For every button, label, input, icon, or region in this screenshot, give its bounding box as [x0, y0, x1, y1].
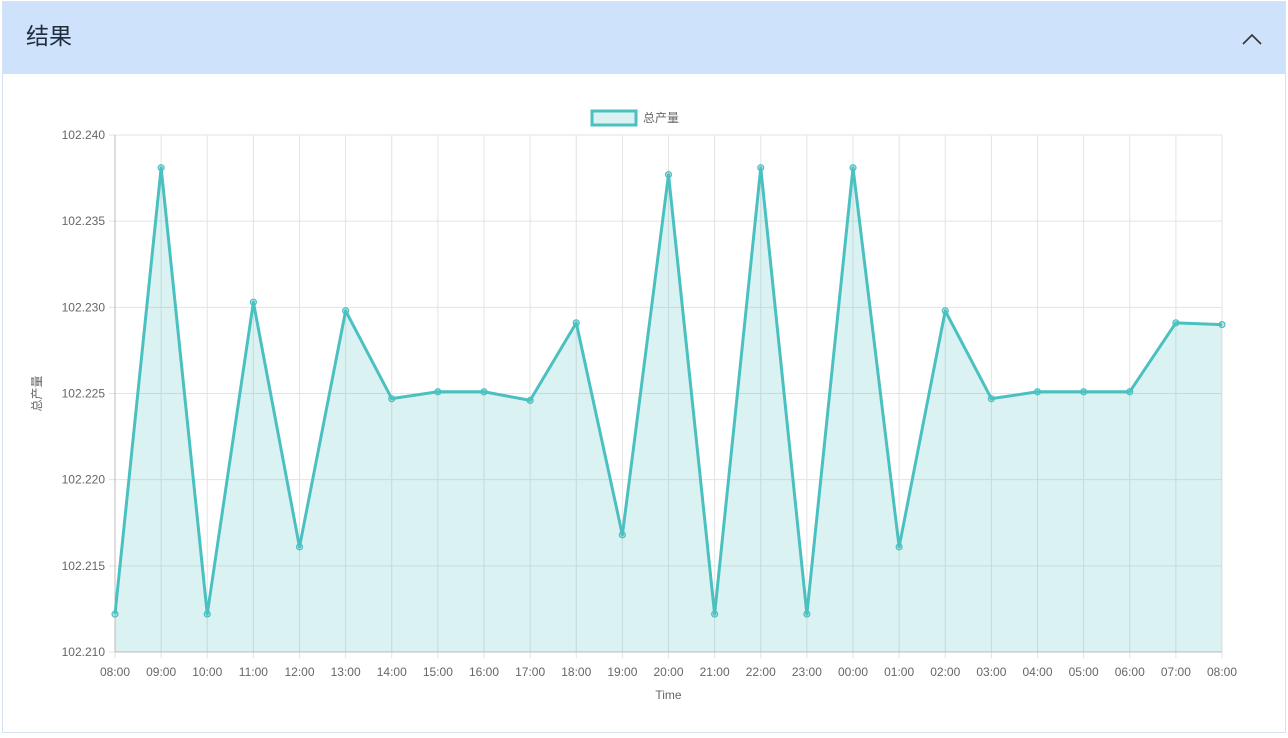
data-point: [803, 610, 811, 618]
data-point: [249, 298, 257, 306]
x-tick-label: 12:00: [284, 665, 314, 679]
data-point: [434, 388, 442, 396]
results-panel: 结果 102.210 102.215 102.220 102.225 102.230 10…: [2, 1, 1286, 733]
data-point: [480, 388, 488, 396]
x-tick-label: 03:00: [976, 665, 1006, 679]
legend-swatch: [590, 109, 638, 127]
x-tick-label: 23:00: [792, 665, 822, 679]
x-axis-title: Time: [655, 688, 682, 702]
data-point: [895, 543, 903, 551]
data-point: [1080, 388, 1088, 396]
data-point: [388, 395, 396, 403]
x-tick-label: 11:00: [239, 665, 268, 679]
x-tick-label: 05:00: [1069, 665, 1099, 679]
y-axis-title: 总产量: [30, 375, 44, 411]
x-tick-label: 08:00: [1207, 665, 1237, 679]
chart-container: 102.210 102.215 102.220 102.225 102.230 102.2…: [3, 74, 1287, 734]
x-tick-label: 21:00: [700, 665, 730, 679]
data-point: [526, 396, 534, 404]
collapse-button[interactable]: [1237, 24, 1267, 54]
x-tick-label: 10:00: [192, 665, 222, 679]
data-point: [1172, 319, 1180, 327]
data-point: [849, 164, 857, 172]
x-tick-label: 14:00: [377, 665, 407, 679]
x-tick-label: 07:00: [1161, 665, 1191, 679]
x-tick-label: 06:00: [1115, 665, 1145, 679]
x-tick-label: 20:00: [653, 665, 683, 679]
data-point: [757, 164, 765, 172]
data-point: [111, 610, 119, 618]
data-point: [295, 543, 304, 551]
x-tick-label: 19:00: [607, 665, 637, 679]
x-tick-label: 02:00: [930, 665, 960, 679]
x-tick-label: 01:00: [884, 665, 914, 679]
y-tick-label: 102.225: [62, 387, 106, 401]
x-tick-label: 08:00: [100, 665, 130, 679]
panel-title: 结果: [26, 24, 72, 50]
series-area: [115, 167, 1222, 652]
y-tick-label: 102.220: [62, 473, 106, 487]
data-point: [203, 610, 211, 618]
data-point: [664, 171, 673, 179]
x-tick-label: 15:00: [423, 665, 453, 679]
y-tick-label: 102.210: [62, 645, 106, 659]
y-tick-label: 102.240: [62, 128, 106, 142]
area-chart: 102.210 102.215 102.220 102.225 102.230 102.2…: [30, 109, 1237, 702]
x-tick-label: 13:00: [331, 665, 361, 679]
data-point: [941, 307, 949, 315]
data-point: [711, 610, 719, 618]
data-point: [1126, 388, 1134, 396]
y-tick-label: 102.235: [62, 214, 106, 228]
legend-label: 总产量: [643, 111, 679, 125]
x-tick-label: 16:00: [469, 665, 499, 679]
data-point: [572, 319, 580, 327]
x-tick-label: 22:00: [746, 665, 776, 679]
data-point: [342, 307, 350, 315]
x-tick-label: 18:00: [561, 665, 591, 679]
data-point: [157, 164, 165, 172]
data-point: [987, 395, 995, 403]
x-tick-label: 17:00: [515, 665, 545, 679]
data-point: [618, 531, 626, 539]
y-tick-label: 102.215: [62, 559, 106, 573]
data-point: [1218, 320, 1226, 329]
data-point: [1033, 388, 1042, 396]
x-tick-label: 09:00: [146, 665, 176, 679]
y-tick-label: 102.230: [62, 300, 106, 314]
x-tick-label: 00:00: [838, 665, 868, 679]
panel-header: 结果: [3, 2, 1285, 74]
chevron-up-icon: [1242, 33, 1262, 45]
x-tick-label: 04:00: [1022, 665, 1052, 679]
